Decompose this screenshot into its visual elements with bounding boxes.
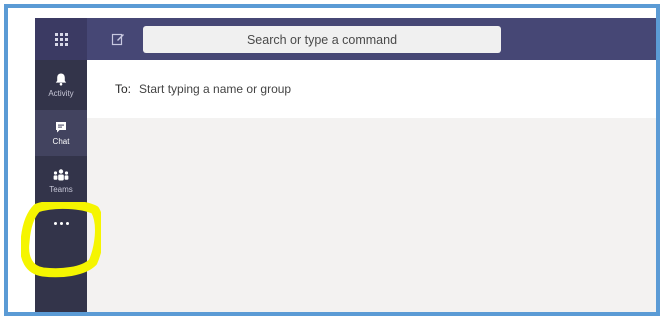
search-input[interactable]: Search or type a command [143, 26, 501, 53]
teams-app-window: Search or type a command Activity Chat T… [35, 18, 656, 312]
left-rail: Activity Chat Teams [35, 60, 87, 312]
rail-item-label: Teams [49, 185, 73, 194]
compose-icon [111, 33, 124, 46]
rail-item-activity[interactable]: Activity [35, 62, 87, 108]
rail-item-teams[interactable]: Teams [35, 158, 87, 204]
rail-item-more[interactable] [35, 208, 87, 238]
app-launcher-button[interactable] [35, 18, 87, 60]
bell-icon [55, 73, 67, 86]
more-icon [53, 221, 69, 225]
teams-icon [53, 169, 69, 181]
rail-item-label: Chat [52, 137, 70, 146]
rail-item-label: Activity [48, 89, 74, 98]
waffle-icon [54, 32, 68, 46]
to-field-bar: To: Start typing a name or group [87, 60, 656, 118]
chat-icon [56, 122, 66, 133]
new-chat-button[interactable] [109, 30, 127, 48]
rail-item-chat[interactable]: Chat [35, 110, 87, 156]
chat-content-area [87, 118, 656, 312]
to-label: To: [115, 82, 132, 96]
recipient-input[interactable]: Start typing a name or group [139, 82, 291, 96]
screenshot-frame: Search or type a command Activity Chat T… [4, 4, 660, 316]
search-placeholder: Search or type a command [246, 32, 398, 47]
top-bar: Search or type a command [35, 18, 656, 60]
